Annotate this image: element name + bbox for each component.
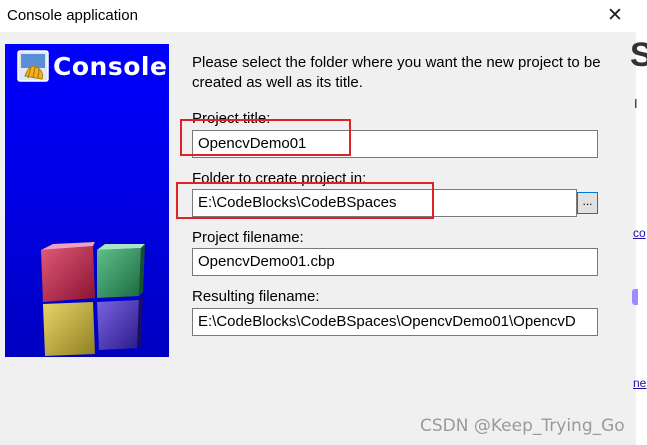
project-filename-label: Project filename:: [192, 229, 304, 246]
background-link-fragment[interactable]: co: [633, 226, 646, 240]
codeblocks-cube-logo: [41, 242, 145, 356]
background-avatar-fragment: [632, 289, 638, 305]
banner-title: Console: [53, 52, 168, 81]
wizard-banner: Console: [5, 44, 169, 357]
project-filename-field[interactable]: OpencvDemo01.cbp: [192, 248, 598, 276]
browse-folder-button[interactable]: ...: [577, 192, 598, 214]
csdn-watermark: CSDN @Keep_Trying_Go: [420, 416, 625, 436]
folder-highlight: [176, 182, 434, 219]
resulting-filename-label: Resulting filename:: [192, 288, 320, 305]
codeblocks-shell-icon: [17, 50, 49, 82]
project-title-highlight: [180, 119, 351, 156]
title-bar: Console application ✕: [0, 0, 636, 32]
background-text-fragment: I: [634, 96, 638, 111]
window-title: Console application: [7, 7, 138, 24]
console-application-dialog: Console application ✕ Console Please sel…: [0, 0, 636, 445]
background-link-fragment-2[interactable]: ne: [633, 376, 646, 390]
close-button[interactable]: ✕: [596, 0, 634, 32]
background-heading-fragment: S: [630, 36, 647, 74]
intro-text: Please select the folder where you want …: [192, 54, 601, 91]
resulting-filename-field: E:\CodeBlocks\CodeBSpaces\OpencvDemo01\O…: [192, 308, 598, 336]
